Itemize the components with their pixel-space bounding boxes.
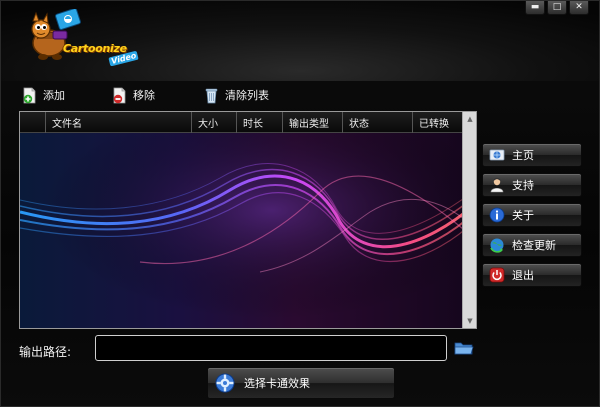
support-label: 支持 [512, 179, 534, 192]
update-globe-icon [490, 238, 504, 253]
gear-settings-icon [215, 373, 235, 393]
wave-background [20, 112, 476, 328]
support-button[interactable]: 支持 [482, 173, 582, 197]
column-header-filename[interactable]: 文件名 [46, 112, 192, 133]
column-header-converted[interactable]: 已转换 [413, 112, 463, 133]
remove-button[interactable]: 移除 [111, 85, 203, 105]
column-header-output-type[interactable]: 输出类型 [283, 112, 343, 133]
check-update-label: 检查更新 [512, 239, 556, 252]
window-controls: ▬ □ ✕ [525, 1, 589, 15]
column-header-status[interactable]: 状态 [343, 112, 413, 133]
home-button[interactable]: 主页 [482, 143, 582, 167]
add-label: 添加 [43, 89, 65, 102]
support-person-icon [490, 177, 504, 193]
home-label: 主页 [512, 149, 534, 162]
clear-list-button[interactable]: 清除列表 [203, 85, 293, 105]
logo-title: Cartoonize [63, 42, 127, 55]
clear-list-label: 清除列表 [225, 89, 269, 102]
add-file-icon [23, 87, 36, 103]
recycle-bin-icon [205, 88, 218, 103]
scroll-down-icon[interactable]: ▼ [463, 314, 476, 328]
column-header-duration[interactable]: 时长 [237, 112, 283, 133]
output-path-label: 输出路径: [19, 345, 72, 359]
remove-file-icon [113, 87, 126, 103]
home-icon [489, 149, 505, 161]
about-button[interactable]: 关于 [482, 203, 582, 227]
app-window: ▬ □ ✕ Cartoonize Video 添加 移除 清除列表 文件名 大小… [0, 0, 600, 407]
app-logo: Cartoonize Video [27, 9, 140, 67]
file-list[interactable]: 文件名 大小 时长 输出类型 状态 已转换 ▲ ▼ [19, 111, 477, 329]
check-update-button[interactable]: 检查更新 [482, 233, 582, 257]
choose-cartoon-effect-button[interactable]: 选择卡通效果 [207, 367, 395, 399]
minimize-button[interactable]: ▬ [525, 1, 545, 15]
column-header-size[interactable]: 大小 [192, 112, 237, 133]
armadillo-mascot-icon [31, 9, 81, 60]
exit-label: 退出 [512, 269, 534, 282]
info-icon [489, 207, 505, 223]
list-scrollbar[interactable]: ▲ ▼ [462, 112, 476, 328]
close-button[interactable]: ✕ [569, 1, 589, 15]
maximize-button[interactable]: □ [547, 1, 567, 15]
output-path-input[interactable] [95, 335, 447, 361]
browse-folder-icon[interactable] [454, 340, 474, 356]
list-header: 文件名 大小 时长 输出类型 状态 已转换 [20, 112, 463, 133]
scroll-up-icon[interactable]: ▲ [463, 112, 476, 126]
column-header-checkbox[interactable] [20, 112, 46, 133]
power-icon [489, 267, 505, 283]
about-label: 关于 [512, 209, 534, 222]
remove-label: 移除 [133, 89, 155, 102]
add-button[interactable]: 添加 [21, 85, 111, 105]
choose-cartoon-effect-label: 选择卡通效果 [244, 377, 310, 390]
exit-button[interactable]: 退出 [482, 263, 582, 287]
toolbar: 添加 移除 清除列表 [21, 85, 293, 105]
